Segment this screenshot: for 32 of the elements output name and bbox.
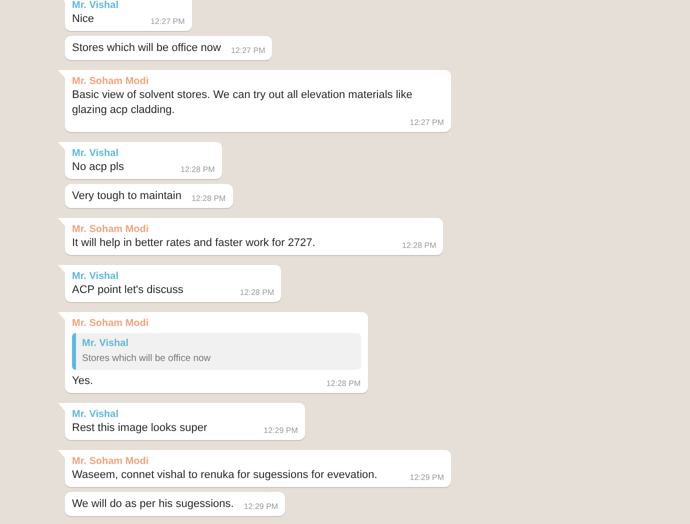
message-text: No acp pls [72, 160, 124, 175]
message-time: 12:28 PM [401, 241, 436, 251]
message-text: ACP point let's discuss [72, 283, 184, 298]
message-text: Yes. [72, 374, 94, 389]
message-text: Very tough to maintain [72, 189, 182, 204]
message-time: 12:29 PM [242, 502, 278, 512]
message-time: 12:27 PM [150, 17, 185, 27]
sender-name: Mr. Vishal [72, 408, 120, 421]
sender-name: Mr. Vishal [72, 270, 120, 283]
message-time: 12:27 PM [230, 46, 266, 56]
message-text: Stores which will be office now [72, 41, 221, 56]
message-time: 12:29 PM [262, 426, 298, 436]
message-text: Waseem, connet vishal to renuka for sugessions for evevation. [72, 468, 378, 483]
sender-name: Mr. Soham Modi [72, 317, 150, 330]
message-text: It will help in better rates and faster work for 2727. [72, 236, 316, 251]
message-time: 12:29 PM [408, 473, 444, 483]
message-time: 12:27 PM [408, 118, 444, 128]
sender-name: Mr. Vishal [72, 0, 120, 12]
message-time: 12:28 PM [180, 165, 215, 175]
sender-name: Mr. Vishal [72, 147, 120, 160]
quoted-text: Stores which will be office now [82, 352, 212, 366]
message-time: 12:28 PM [190, 194, 226, 204]
message-text: Nice [72, 12, 94, 27]
message-time: 12:28 PM [325, 379, 361, 389]
sender-name: Mr. Soham Modi [72, 223, 150, 236]
message-text: We will do as per his sugessions. [72, 497, 234, 512]
sender-name: Mr. Soham Modi [72, 75, 150, 88]
message-text: Rest this image looks super [72, 421, 208, 436]
sender-name: Mr. Vishal [82, 337, 130, 351]
sender-name: Mr. Soham Modi [72, 455, 150, 468]
message-text: Basic view of solvent stores. We can try out all elevation materials like glazing acp cladding. [72, 88, 414, 118]
message-time: 12:28 PM [238, 288, 274, 298]
